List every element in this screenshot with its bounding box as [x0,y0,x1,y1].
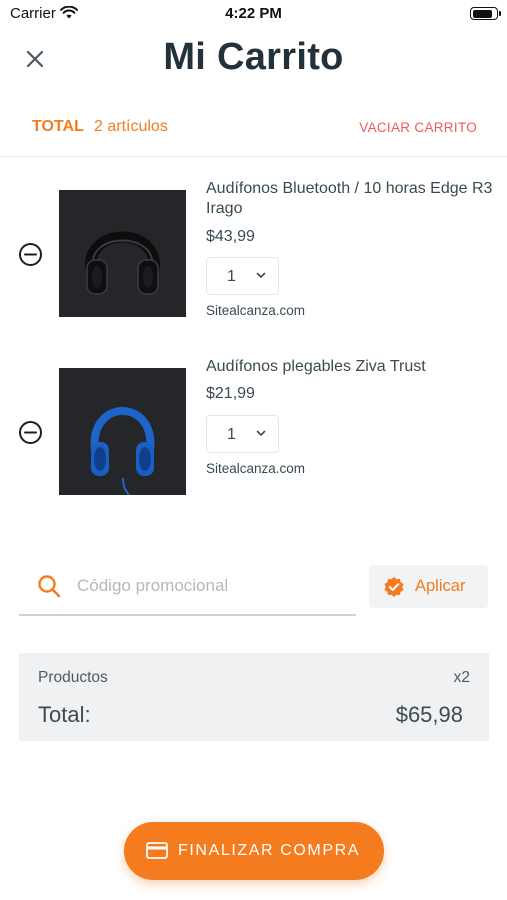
status-bar: Carrier 4:22 PM [0,0,507,28]
search-icon [38,575,61,598]
credit-card-icon [146,842,168,859]
promo-code-input[interactable] [77,572,347,600]
blue-headphones-image [59,368,186,495]
quantity-value: 1 [227,268,236,285]
quantity-value: 1 [227,426,236,443]
battery-icon [470,7,501,20]
product-image[interactable] [59,368,186,495]
total-label: TOTAL [32,118,84,135]
remove-item-button[interactable] [18,420,43,445]
product-name[interactable]: Audífonos plegables Ziva Trust [206,357,496,377]
total-amount: $65,98 [395,702,463,727]
products-count: x2 [453,669,470,686]
seller-name: Sitealcanza.com [206,303,306,318]
clear-cart-button[interactable]: VACIAR CARRITO [359,120,477,135]
items-count: 2 artículos [94,118,168,135]
quantity-select[interactable]: 1 [206,257,279,295]
product-name[interactable]: Audífonos Bluetooth / 10 horas Edge R3 I… [206,179,496,219]
checkout-button[interactable]: FINALIZAR COMPRA [124,822,384,880]
total-label: Total: [38,702,91,727]
chevron-down-icon [256,430,266,437]
chevron-down-icon [256,272,266,279]
cart-item: Audífonos plegables Ziva Trust $21,99 1 … [0,348,507,498]
remove-item-button[interactable] [18,242,43,267]
product-price: $43,99 [206,228,255,245]
apply-promo-button[interactable]: Aplicar [369,565,488,608]
cart-screen: Carrier 4:22 PM Mi Carrito TOTAL 2 artíc… [0,0,507,900]
cart-item: Audífonos Bluetooth / 10 horas Edge R3 I… [0,170,507,320]
product-image[interactable] [59,190,186,317]
minus-circle-icon [19,421,42,444]
black-headphones-image [59,190,186,317]
verified-badge-icon [384,577,404,597]
clock: 4:22 PM [225,5,282,22]
page-title: Mi Carrito [163,36,344,78]
apply-label: Aplicar [415,577,466,595]
minus-circle-icon [19,243,42,266]
seller-name: Sitealcanza.com [206,461,306,476]
products-label: Productos [38,669,108,686]
quantity-select[interactable]: 1 [206,415,279,453]
divider [0,156,507,157]
promo-field [19,564,356,616]
order-totals: Productos x2 Total: $65,98 [19,653,489,741]
product-price: $21,99 [206,385,255,402]
cart-summary: TOTAL 2 artículos VACIAR CARRITO [0,116,507,140]
checkout-label: FINALIZAR COMPRA [178,842,361,859]
